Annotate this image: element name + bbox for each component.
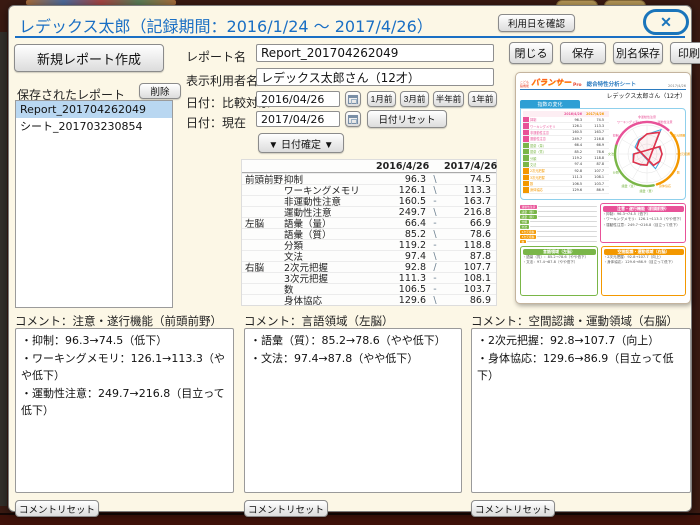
calendar-button-current[interactable] bbox=[345, 111, 361, 127]
calendar-button-compare[interactable] bbox=[345, 91, 361, 107]
radar-axis-label: 身体協応 bbox=[659, 183, 671, 188]
comment-title-frontal: コメント：注意・遂行機能（前頭前野） bbox=[15, 313, 234, 328]
display-user-label: 表示利用者名 bbox=[186, 72, 258, 89]
preview-measure-list: 運動性注意語彙（量）語彙（質）分類文法2次元把握3次元把握数 bbox=[520, 203, 597, 243]
preview-frontal-box: 注意・遂行機能（前頭前野） ・抑制：96.3→74.5（低下）・ワーキングメモリ… bbox=[600, 203, 686, 243]
comment-textarea-frontal[interactable]: ・抑制：96.3→74.5（低下） ・ワーキングメモリ：126.1→113.3（… bbox=[15, 328, 234, 493]
preview-right-brain-box-lines: ・2次元把握：92.8→107.7（向上）・身体協応：129.6→86.9（目立… bbox=[604, 255, 684, 266]
saved-reports-list[interactable]: Report_201704262049シート_201703230854 bbox=[15, 100, 173, 308]
save-button[interactable]: 保存 bbox=[560, 42, 606, 64]
report-preview-thumbnail: こども 脳機能 バランサー Pro 総合特性分析シート 2017/4/26 レデ… bbox=[515, 72, 691, 304]
one-month-ago-button[interactable]: 1月前 bbox=[367, 91, 396, 107]
scores-table-rows: 前頭前野抑制96.3\74.5ワーキングメモリ126.1\113.3非運動性注意… bbox=[242, 173, 496, 305]
close-dialog-button[interactable]: ✕ bbox=[643, 9, 689, 35]
radar-axis-label: 語彙（量） bbox=[639, 188, 654, 193]
print-button[interactable]: 印刷 bbox=[670, 42, 700, 64]
comment-textarea-left-brain[interactable]: ・語彙（質）：85.2→78.6（やや低下） ・文法：97.4→87.8（やや低… bbox=[244, 328, 462, 493]
comment-reset-button-right-brain[interactable]: コメントリセット bbox=[471, 500, 555, 517]
radar-chart: 抑制 ワーキングメモリ非運動性注意運動性注意語彙（量）語彙（質） 分類 文法 2次元把握… bbox=[611, 111, 683, 197]
three-months-ago-button[interactable]: 3月前 bbox=[400, 91, 429, 107]
list-item[interactable]: シート_201703230854 bbox=[16, 118, 172, 135]
radar-axis-label: 語彙（質） bbox=[621, 183, 636, 188]
report-dialog: レデックス太郎（記録期間：2016/1/24 ～ 2017/4/26） 利用日を… bbox=[8, 5, 692, 512]
comment-title-left-brain: コメント：言語領域（左脳） bbox=[244, 313, 462, 328]
calendar-icon bbox=[348, 115, 358, 124]
radar-axis-label: 非運動性注意 bbox=[638, 114, 656, 119]
preview-left-brain-box: 言語領域（左脳） ・語彙（質）：85.2→78.6（やや低下）・文法：97.4→… bbox=[520, 246, 598, 296]
preview-left-brain-box-lines: ・語彙（質）：85.2→78.6（やや低下）・文法：97.4→87.8（やや低下… bbox=[523, 255, 596, 266]
one-year-ago-button[interactable]: 1年前 bbox=[468, 91, 497, 107]
preview-section-change-tab: 指数の変化 bbox=[520, 100, 580, 108]
report-name-label: レポート名 bbox=[186, 48, 246, 65]
preview-right-brain-box: 空間認識・運動領域（右脳） ・2次元把握：92.8→107.7（向上）・身体協応… bbox=[601, 246, 686, 296]
radar-axis-label: 2次元把握 bbox=[671, 133, 685, 138]
comment-reset-button-left-brain[interactable]: コメントリセット bbox=[244, 500, 328, 517]
report-name-input[interactable] bbox=[256, 44, 494, 62]
comment-section-right-brain: コメント：空間認識・運動領域（右脳） ・2次元把握：92.8→107.7（向上）… bbox=[471, 313, 691, 517]
preview-user-name: レデックス太郎さん（12才） bbox=[520, 91, 686, 100]
date-reset-button[interactable]: 日付リセット bbox=[367, 110, 447, 128]
save-as-button[interactable]: 別名保存 bbox=[613, 42, 663, 64]
radar-axis-label: ワーキングメモリ bbox=[617, 119, 641, 124]
preview-mini-table: 2016/4/26 2017/4/26 抑制96.374.5ワーキングメモリ12… bbox=[523, 111, 609, 197]
toolbar: 閉じる 保存 別名保存 印刷 bbox=[509, 42, 700, 64]
new-report-button[interactable]: 新規レポート作成 bbox=[14, 44, 164, 72]
preview-mini-table-rows: 抑制96.374.5ワーキングメモリ126.1113.3非運動性注意160.51… bbox=[523, 117, 609, 194]
delete-report-button[interactable]: 削除 bbox=[139, 83, 181, 99]
close-icon: ✕ bbox=[660, 14, 672, 31]
radar-axis-label: 抑制 bbox=[613, 133, 619, 138]
preview-row-2: 言語領域（左脳） ・語彙（質）：85.2→78.6（やや低下）・文法：97.4→… bbox=[520, 246, 686, 296]
check-usage-date-button[interactable]: 利用日を確認 bbox=[498, 14, 575, 32]
background-left-strip bbox=[0, 32, 7, 506]
preview-row-1: 運動性注意語彙（量）語彙（質）分類文法2次元把握3次元把握数 注意・遂行機能（前… bbox=[520, 203, 686, 243]
preview-chart-box: 2016/4/26 2017/4/26 抑制96.374.5ワーキングメモリ12… bbox=[520, 108, 686, 200]
title-divider bbox=[15, 36, 685, 38]
radar-axis-label: 分類 bbox=[613, 170, 619, 175]
preview-frontal-box-lines: ・抑制：96.3→74.5（低下）・ワーキングメモリ：126.1→113.3（や… bbox=[603, 212, 684, 228]
calendar-icon bbox=[348, 95, 358, 104]
radar-axis-label: 運動性注意 bbox=[657, 119, 672, 124]
half-year-ago-button[interactable]: 半年前 bbox=[433, 91, 464, 107]
date-compare-input[interactable] bbox=[256, 91, 340, 107]
preview-sheet-title: 総合特性分析シート bbox=[587, 80, 637, 88]
brand-logo: バランサー bbox=[531, 77, 571, 88]
comment-reset-button-frontal[interactable]: コメントリセット bbox=[15, 500, 99, 517]
comment-textarea-right-brain[interactable]: ・2次元把握：92.8→107.7（向上） ・身体協応：129.6→86.9（目… bbox=[471, 328, 691, 493]
date-confirm-button[interactable]: ▼ 日付確定 ▼ bbox=[258, 133, 344, 153]
close-button[interactable]: 閉じる bbox=[509, 42, 553, 64]
comment-section-frontal: コメント：注意・遂行機能（前頭前野） ・抑制：96.3→74.5（低下） ・ワー… bbox=[15, 313, 234, 517]
date-current-label: 日付：現在 bbox=[186, 114, 246, 131]
preview-date: 2017/4/26 bbox=[668, 84, 686, 88]
scores-table: 2016/4/26 2017/4/26 前頭前野抑制96.3\74.5ワーキング… bbox=[241, 159, 497, 306]
radar-axis-label: 数 bbox=[677, 170, 680, 175]
radar-axis-label: 3次元把握 bbox=[676, 151, 690, 156]
preview-radar-container: 抑制 ワーキングメモリ非運動性注意運動性注意語彙（量）語彙（質） 分類 文法 2次元把握… bbox=[611, 111, 683, 197]
radar-axis-label: 文法 bbox=[608, 151, 614, 156]
column-header-before: 2016/4/26 bbox=[376, 161, 426, 172]
list-item[interactable]: Report_201704262049 bbox=[16, 101, 172, 118]
comment-title-right-brain: コメント：空間認識・運動領域（右脳） bbox=[471, 313, 691, 328]
display-user-input[interactable] bbox=[256, 68, 494, 86]
preview-logo-small-text: こども 脳機能 bbox=[520, 81, 529, 88]
table-row: 身体協応129.6\86.9 bbox=[242, 294, 496, 305]
date-current-input[interactable] bbox=[256, 111, 340, 127]
column-header-after: 2017/4/26 bbox=[444, 161, 494, 172]
brand-logo-pro: Pro bbox=[573, 83, 582, 88]
comment-section-left-brain: コメント：言語領域（左脳） ・語彙（質）：85.2→78.6（やや低下） ・文法… bbox=[244, 313, 462, 517]
page-title: レデックス太郎（記録期間：2016/1/24 ～ 2017/4/26） bbox=[19, 13, 433, 37]
preview-header: こども 脳機能 バランサー Pro 総合特性分析シート 2017/4/26 bbox=[520, 77, 686, 90]
